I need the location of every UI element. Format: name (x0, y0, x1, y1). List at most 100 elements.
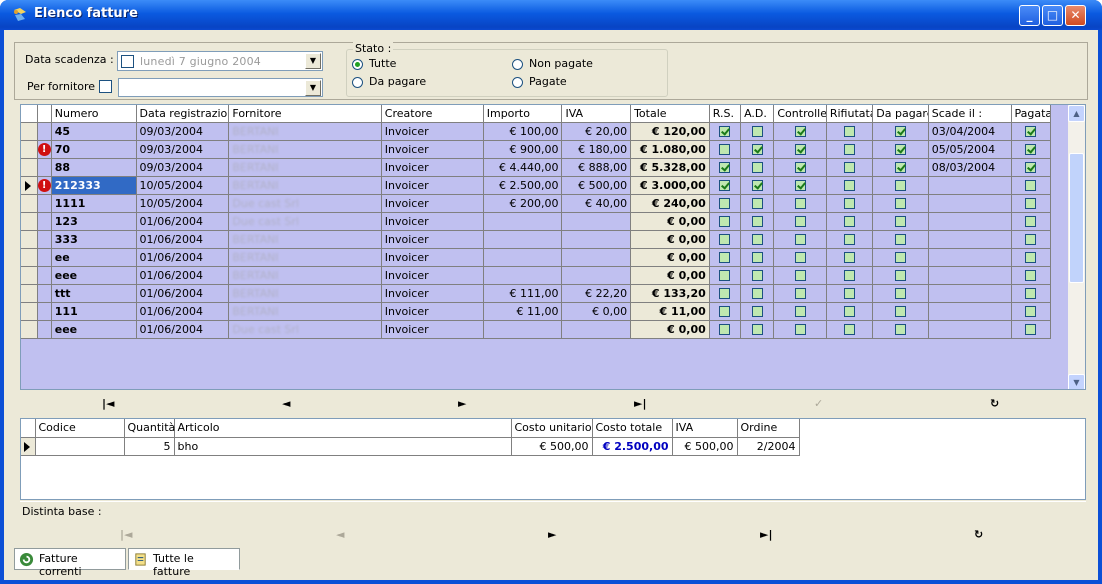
checkbox-dapagare[interactable] (895, 216, 907, 227)
column-header[interactable]: R.S. (709, 105, 742, 123)
table-row[interactable]: 111 01/06/2004 BERTANI Invoicer € 11,00 € 0,0… (21, 302, 1052, 321)
checkbox-dapagare[interactable] (895, 144, 907, 155)
checkbox-dapagare[interactable] (895, 270, 907, 281)
checkbox-rif[interactable] (844, 198, 856, 209)
checkbox-rif[interactable] (844, 288, 856, 299)
checkbox-rif[interactable] (844, 270, 856, 281)
column-header[interactable]: A.D. (740, 105, 775, 123)
scroll-down-button[interactable]: ▼ (1068, 374, 1085, 389)
table-row[interactable]: ttt 01/06/2004 BERTANI Invoicer € 111,00 € 22… (21, 284, 1052, 303)
scroll-thumb[interactable] (1069, 153, 1084, 283)
supplier-checkbox[interactable] (99, 80, 112, 93)
checkbox-ctrl[interactable] (794, 198, 806, 209)
checkbox-ad[interactable] (751, 216, 763, 227)
checkbox-pagata[interactable] (1025, 216, 1037, 227)
checkbox-ad[interactable] (751, 306, 763, 317)
table-row[interactable]: eee 01/06/2004 Due cast Srl Invoicer € 0,00 (21, 320, 1052, 339)
status-non-pagate-radio[interactable] (512, 59, 523, 70)
date-checkbox[interactable] (121, 55, 134, 68)
checkbox-rif[interactable] (844, 144, 856, 155)
status-da-pagare-radio[interactable] (352, 77, 363, 88)
checkbox-pagata[interactable] (1025, 234, 1037, 245)
status-tutte-radio[interactable] (352, 59, 363, 70)
column-header[interactable]: Rifiutata (826, 105, 874, 123)
checkbox-ad[interactable] (751, 234, 763, 245)
checkbox-rs[interactable] (719, 126, 731, 137)
checkbox-dapagare[interactable] (895, 198, 907, 209)
column-header[interactable]: Fornitore (228, 105, 382, 123)
checkbox-rs[interactable] (719, 288, 731, 299)
invoice-detail-grid[interactable]: Codice Quantità Articolo Costo unitario Cost… (20, 418, 1086, 500)
column-header[interactable]: Pagata (1011, 105, 1052, 123)
table-row[interactable]: ! 70 09/03/2004 BERTANI Invoicer € 900,00 € 18… (21, 140, 1052, 159)
invoice-grid[interactable]: NumeroData registrazioneFornitoreCreator… (20, 104, 1086, 390)
checkbox-rif[interactable] (844, 126, 856, 137)
checkbox-ctrl[interactable] (794, 180, 806, 191)
table-row[interactable]: 333 01/06/2004 BERTANI Invoicer € 0,00 (21, 230, 1052, 249)
chevron-down-icon[interactable]: ▼ (305, 53, 321, 69)
checkbox-ctrl[interactable] (794, 126, 806, 137)
close-button[interactable]: ✕ (1065, 5, 1086, 26)
column-header[interactable]: Da pagare (872, 105, 929, 123)
column-header[interactable]: Scade il : (928, 105, 1012, 123)
checkbox-dapagare[interactable] (895, 234, 907, 245)
detail-prev-button[interactable]: ◄ (336, 528, 344, 541)
refresh-button[interactable]: ↻ (990, 397, 999, 410)
post-button[interactable]: ✓ (814, 397, 823, 410)
next-record-button[interactable]: ► (458, 397, 466, 410)
column-header[interactable]: Creatore (381, 105, 484, 123)
table-row[interactable]: 123 01/06/2004 Due cast Srl Invoicer € 0,00 (21, 212, 1052, 231)
checkbox-pagata[interactable] (1025, 270, 1037, 281)
supplier-combo[interactable]: ▼ (118, 78, 323, 97)
checkbox-ad[interactable] (751, 180, 763, 191)
table-row[interactable]: ee 01/06/2004 BERTANI Invoicer € 0,00 (21, 248, 1052, 267)
checkbox-dapagare[interactable] (895, 162, 907, 173)
checkbox-pagata[interactable] (1025, 288, 1037, 299)
detail-column-header[interactable]: Articolo (174, 419, 512, 438)
checkbox-pagata[interactable] (1025, 252, 1037, 263)
checkbox-ctrl[interactable] (794, 324, 806, 335)
column-header[interactable]: Data registrazione (136, 105, 230, 123)
checkbox-ctrl[interactable] (794, 234, 806, 245)
scroll-up-button[interactable]: ▲ (1068, 105, 1085, 122)
detail-next-button[interactable]: ► (548, 528, 556, 541)
checkbox-rs[interactable] (719, 324, 731, 335)
prev-record-button[interactable]: ◄ (282, 397, 290, 410)
table-row[interactable]: 1111 10/05/2004 Due cast Srl Invoicer € 200,… (21, 194, 1052, 213)
checkbox-dapagare[interactable] (895, 252, 907, 263)
detail-first-button[interactable]: |◄ (120, 528, 132, 541)
column-header[interactable]: Totale (630, 105, 710, 123)
checkbox-ctrl[interactable] (794, 306, 806, 317)
detail-column-header[interactable]: Ordine (737, 419, 800, 438)
checkbox-dapagare[interactable] (895, 324, 907, 335)
checkbox-pagata[interactable] (1025, 324, 1037, 335)
checkbox-rif[interactable] (844, 252, 856, 263)
column-header[interactable]: Controller (773, 105, 827, 123)
detail-column-header[interactable]: Codice (35, 419, 125, 438)
detail-column-header[interactable]: Costo unitario (511, 419, 593, 438)
detail-row[interactable]: 5 bho € 500,00 € 2.500,00 € 500,00 2/2004 (21, 437, 800, 456)
column-header[interactable]: Importo (483, 105, 563, 123)
checkbox-ctrl[interactable] (794, 216, 806, 227)
checkbox-ad[interactable] (751, 126, 763, 137)
checkbox-rs[interactable] (719, 234, 731, 245)
detail-column-header[interactable]: Costo totale (592, 419, 673, 438)
checkbox-rif[interactable] (844, 324, 856, 335)
checkbox-dapagare[interactable] (895, 306, 907, 317)
checkbox-ad[interactable] (751, 144, 763, 155)
checkbox-rs[interactable] (719, 162, 731, 173)
column-header[interactable]: IVA (561, 105, 632, 123)
checkbox-ad[interactable] (751, 288, 763, 299)
maximize-button[interactable]: □ (1042, 5, 1063, 26)
detail-column-header[interactable]: IVA (672, 419, 738, 438)
table-row[interactable]: 88 09/03/2004 BERTANI Invoicer € 4.440,00 € 8… (21, 158, 1052, 177)
checkbox-dapagare[interactable] (895, 180, 907, 191)
status-pagate-radio[interactable] (512, 77, 523, 88)
checkbox-rs[interactable] (719, 144, 731, 155)
checkbox-ad[interactable] (751, 198, 763, 209)
column-header[interactable]: Numero (51, 105, 137, 123)
checkbox-rs[interactable] (719, 180, 731, 191)
checkbox-rif[interactable] (844, 162, 856, 173)
checkbox-rs[interactable] (719, 270, 731, 281)
checkbox-rif[interactable] (844, 216, 856, 227)
